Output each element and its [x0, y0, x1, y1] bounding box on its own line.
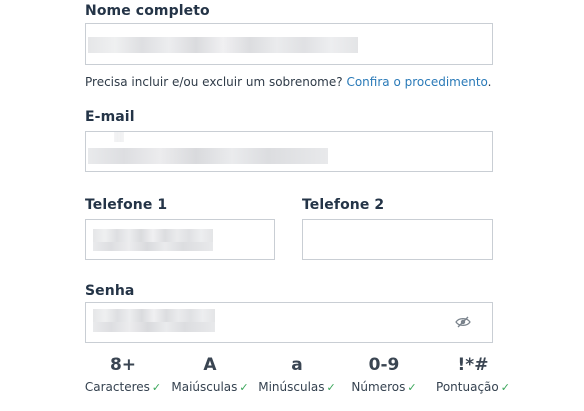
- check-icon: ✓: [407, 381, 417, 394]
- phone2-label: Telefone 2: [302, 197, 385, 213]
- password-input[interactable]: [85, 302, 493, 343]
- email-field[interactable]: [85, 131, 493, 172]
- email-label: E-mail: [85, 109, 135, 125]
- name-label: Nome completo: [85, 3, 210, 19]
- name-hint: Precisa incluir e/ou excluir um sobrenom…: [85, 75, 492, 89]
- requirement-punctuation: !*# Pontuação ✓: [418, 353, 528, 394]
- redacted-value: [88, 37, 358, 53]
- password-label: Senha: [85, 283, 135, 299]
- requirement-symbol: !*#: [457, 355, 489, 375]
- name-hint-end: .: [487, 75, 492, 89]
- requirement-label: Maiúsculas: [171, 380, 238, 394]
- procedure-link[interactable]: Confira o procedimento: [346, 75, 487, 89]
- requirement-label: Minúsculas: [258, 380, 325, 394]
- redacted-value-fragment: [93, 242, 213, 251]
- requirement-label: Pontuação: [436, 380, 499, 394]
- redacted-value-fragment: [114, 132, 124, 142]
- requirement-label: Caracteres: [84, 380, 150, 394]
- name-hint-text: Precisa incluir e/ou excluir um sobrenom…: [85, 75, 343, 89]
- phone2-input[interactable]: [302, 219, 493, 260]
- redacted-value-fragment: [93, 322, 215, 332]
- check-icon: ✓: [500, 381, 510, 394]
- redacted-value: [88, 148, 328, 164]
- requirement-label: Números: [351, 380, 406, 394]
- phone1-input[interactable]: [85, 219, 275, 260]
- full-name-input[interactable]: [85, 23, 493, 65]
- eye-slash-icon[interactable]: [455, 313, 471, 328]
- phone1-label: Telefone 1: [85, 197, 168, 213]
